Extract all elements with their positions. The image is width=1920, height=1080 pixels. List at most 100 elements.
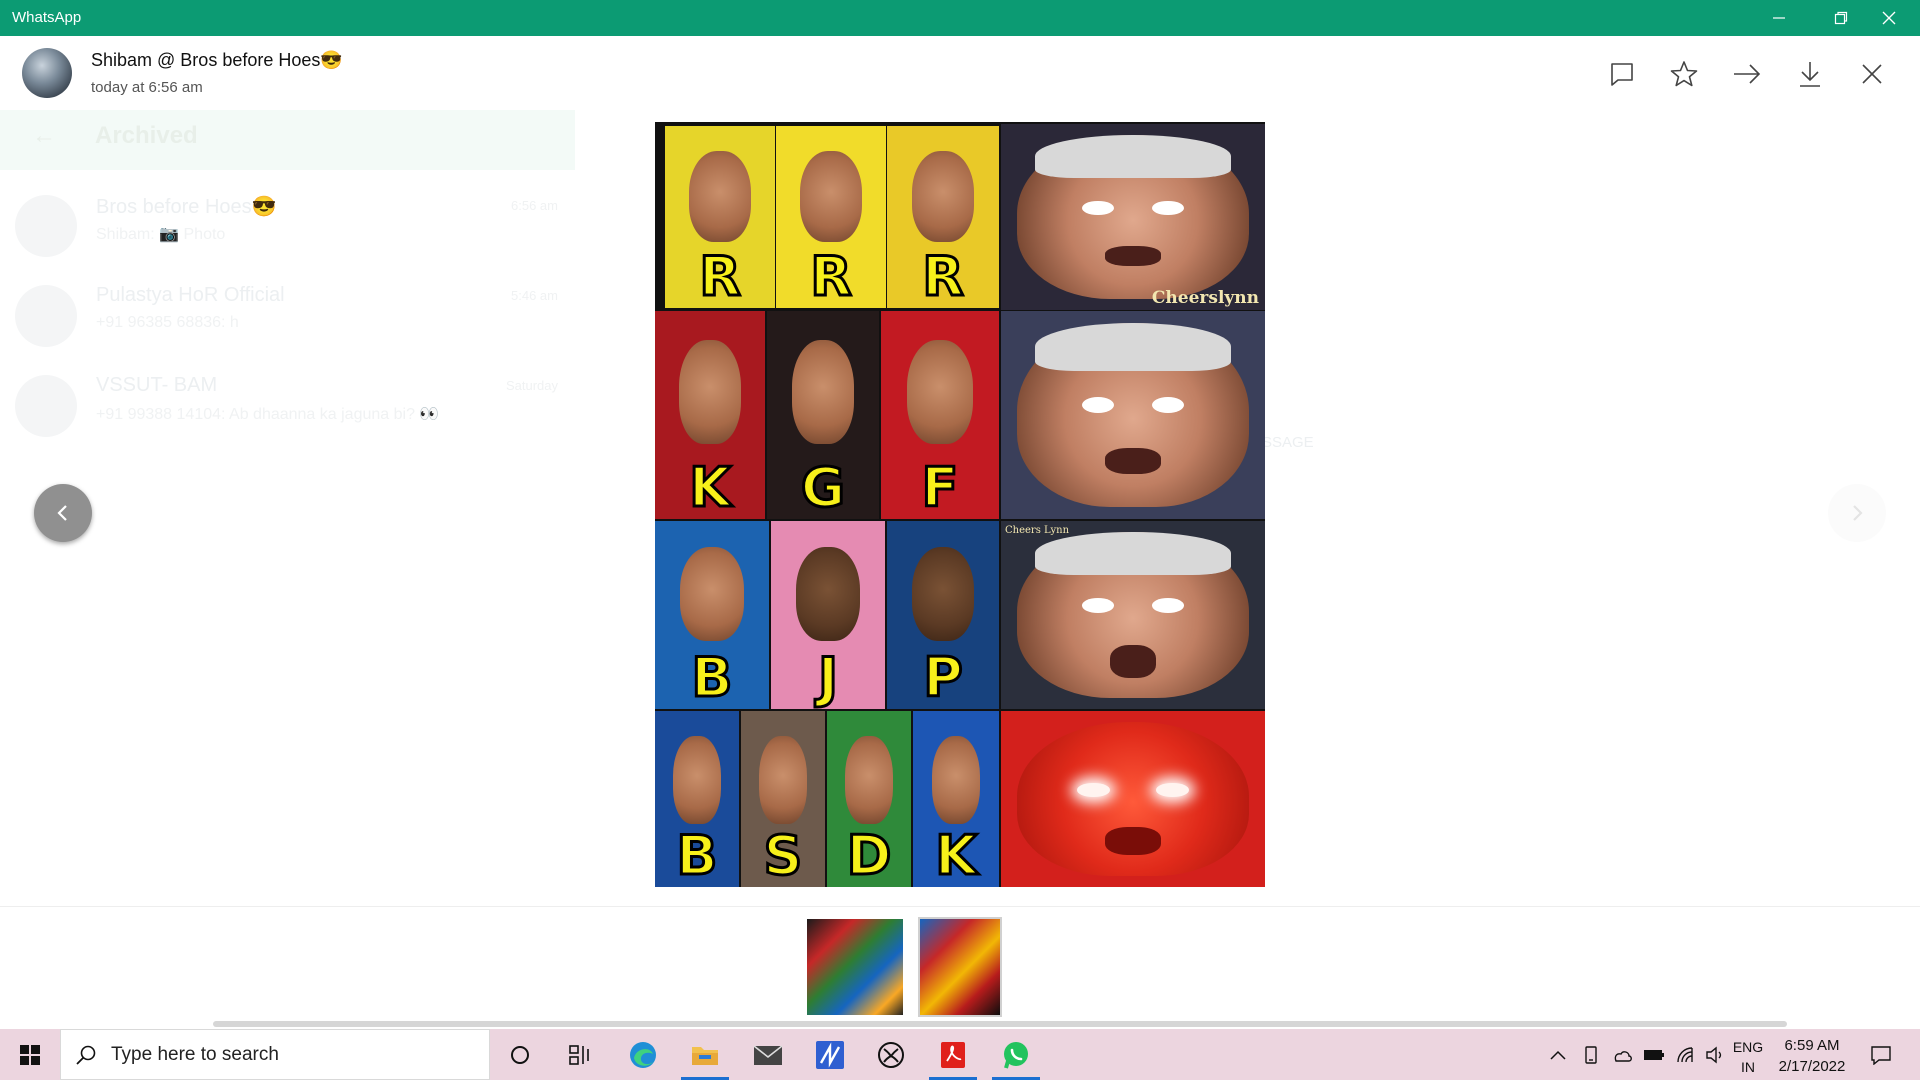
edge-icon bbox=[630, 1041, 656, 1068]
cortana-button[interactable] bbox=[490, 1029, 550, 1080]
xbox-app[interactable] bbox=[861, 1029, 921, 1080]
player-tile: F bbox=[881, 311, 999, 519]
player-tile: S bbox=[741, 711, 825, 887]
sender-avatar bbox=[22, 48, 72, 98]
chat-name: Bros before Hoes😎 bbox=[96, 196, 277, 218]
archived-title: Archived bbox=[95, 122, 198, 149]
task-view-button[interactable] bbox=[550, 1029, 610, 1080]
close-icon bbox=[1862, 64, 1882, 84]
show-hidden-icons-button[interactable] bbox=[1540, 1029, 1576, 1080]
file-explorer-app[interactable] bbox=[675, 1029, 735, 1080]
tile-letter: R bbox=[698, 245, 743, 308]
next-media-button[interactable] bbox=[1828, 484, 1886, 542]
download-icon bbox=[1800, 62, 1820, 87]
media-thumbnail-selected[interactable] bbox=[918, 917, 1002, 1017]
whatsapp-app[interactable] bbox=[986, 1029, 1046, 1080]
chat-preview: Shibam: 📷 Photo bbox=[96, 226, 226, 243]
speaker-icon bbox=[1706, 1046, 1722, 1063]
start-button[interactable] bbox=[0, 1029, 60, 1080]
tile-letter: D bbox=[845, 824, 893, 887]
taskbar: Type here to search ENG IN 6:59 AM 2/17/… bbox=[0, 1029, 1920, 1080]
search-icon bbox=[76, 1045, 96, 1065]
tile-letter: R bbox=[809, 245, 854, 308]
close-window-button[interactable] bbox=[1858, 0, 1920, 36]
notifications-button[interactable] bbox=[1860, 1029, 1902, 1080]
player-face bbox=[689, 151, 751, 243]
player-tile: D bbox=[827, 711, 911, 887]
mail-app[interactable] bbox=[738, 1029, 798, 1080]
onedrive-tray-button[interactable] bbox=[1606, 1029, 1638, 1080]
tile-letter: K bbox=[934, 824, 979, 887]
reaction-face bbox=[1016, 721, 1250, 877]
media-thumbnail[interactable] bbox=[805, 917, 905, 1017]
previous-media-button[interactable] bbox=[34, 484, 92, 542]
player-tile: B bbox=[655, 711, 739, 887]
chevron-up-icon bbox=[1550, 1050, 1566, 1060]
player-face bbox=[845, 735, 893, 824]
star-icon bbox=[1670, 61, 1698, 87]
player-tile: R bbox=[665, 126, 775, 308]
cloud-icon bbox=[1614, 1050, 1632, 1062]
player-face bbox=[800, 151, 862, 243]
reaction-face bbox=[1016, 532, 1250, 698]
app-icon bbox=[816, 1040, 844, 1069]
chevron-left-icon bbox=[57, 505, 67, 521]
background-ghost-text: SSAGE bbox=[1262, 434, 1314, 451]
edge-app[interactable] bbox=[613, 1029, 673, 1080]
powerautomate-app[interactable] bbox=[800, 1029, 860, 1080]
cortana-icon bbox=[511, 1045, 529, 1064]
minimize-button[interactable] bbox=[1748, 0, 1810, 36]
watermark: Cheers Lynn bbox=[1005, 525, 1070, 536]
chat-row: Pulastya HoR Official +91 96385 68836: h… bbox=[0, 270, 575, 360]
chat-time: 6:56 am bbox=[511, 198, 558, 213]
player-tile: G bbox=[767, 311, 879, 519]
reply-icon bbox=[1611, 63, 1633, 86]
taskbar-clock[interactable]: 6:59 AM 2/17/2022 bbox=[1768, 1035, 1856, 1077]
chevron-right-icon bbox=[1853, 505, 1863, 521]
input-language-indicator[interactable]: ENG IN bbox=[1730, 1037, 1766, 1077]
chat-time: 5:46 am bbox=[511, 288, 558, 303]
wifi-tray-button[interactable] bbox=[1670, 1029, 1702, 1080]
tile-letter: B bbox=[690, 646, 734, 709]
clock-time: 6:59 AM bbox=[1784, 1037, 1840, 1054]
watermark: Cheerslynn bbox=[1151, 288, 1259, 308]
tile-letter: R bbox=[921, 245, 966, 308]
player-tile: K bbox=[913, 711, 999, 887]
player-tile: P bbox=[887, 521, 999, 709]
horizontal-scrollbar[interactable] bbox=[213, 1021, 1787, 1027]
chat-preview: +91 96385 68836: h bbox=[96, 314, 239, 331]
media-thumbnail-strip bbox=[0, 906, 1920, 1017]
battery-tray-button[interactable] bbox=[1638, 1029, 1670, 1080]
reaction-panel bbox=[1001, 311, 1265, 519]
forward-button[interactable] bbox=[1729, 56, 1765, 92]
tile-letter: K bbox=[688, 456, 733, 519]
player-face bbox=[679, 340, 741, 445]
player-face bbox=[796, 547, 860, 642]
download-button[interactable] bbox=[1792, 56, 1828, 92]
chat-name: VSSUT- BAM bbox=[96, 374, 218, 396]
star-button[interactable] bbox=[1666, 56, 1702, 92]
task-view-icon bbox=[569, 1044, 589, 1065]
tile-letter: F bbox=[920, 456, 960, 519]
sent-time: today at 6:56 am bbox=[91, 79, 203, 96]
player-face bbox=[911, 547, 975, 642]
chat-preview: +91 99388 14104: Ab dhaanna ka jaguna bi… bbox=[96, 406, 440, 423]
reply-button[interactable] bbox=[1604, 56, 1640, 92]
player-face bbox=[673, 735, 721, 824]
acrobat-app[interactable] bbox=[923, 1029, 983, 1080]
chat-avatar bbox=[15, 195, 77, 257]
notification-icon bbox=[1871, 1045, 1891, 1065]
close-viewer-button[interactable] bbox=[1854, 56, 1890, 92]
battery-icon bbox=[1644, 1049, 1664, 1060]
volume-tray-button[interactable] bbox=[1700, 1029, 1730, 1080]
taskbar-search-input[interactable]: Type here to search bbox=[60, 1029, 490, 1080]
restore-icon bbox=[1834, 11, 1848, 25]
reaction-panel: Cheerslynn bbox=[1001, 124, 1265, 310]
player-tile: R bbox=[776, 126, 886, 308]
windows-icon bbox=[20, 1044, 40, 1065]
tile-letter: B bbox=[675, 824, 719, 887]
archived-header: ← Archived bbox=[0, 110, 575, 170]
device-tray-button[interactable] bbox=[1576, 1029, 1606, 1080]
search-placeholder: Type here to search bbox=[111, 1044, 279, 1065]
region-code: IN bbox=[1741, 1059, 1755, 1075]
